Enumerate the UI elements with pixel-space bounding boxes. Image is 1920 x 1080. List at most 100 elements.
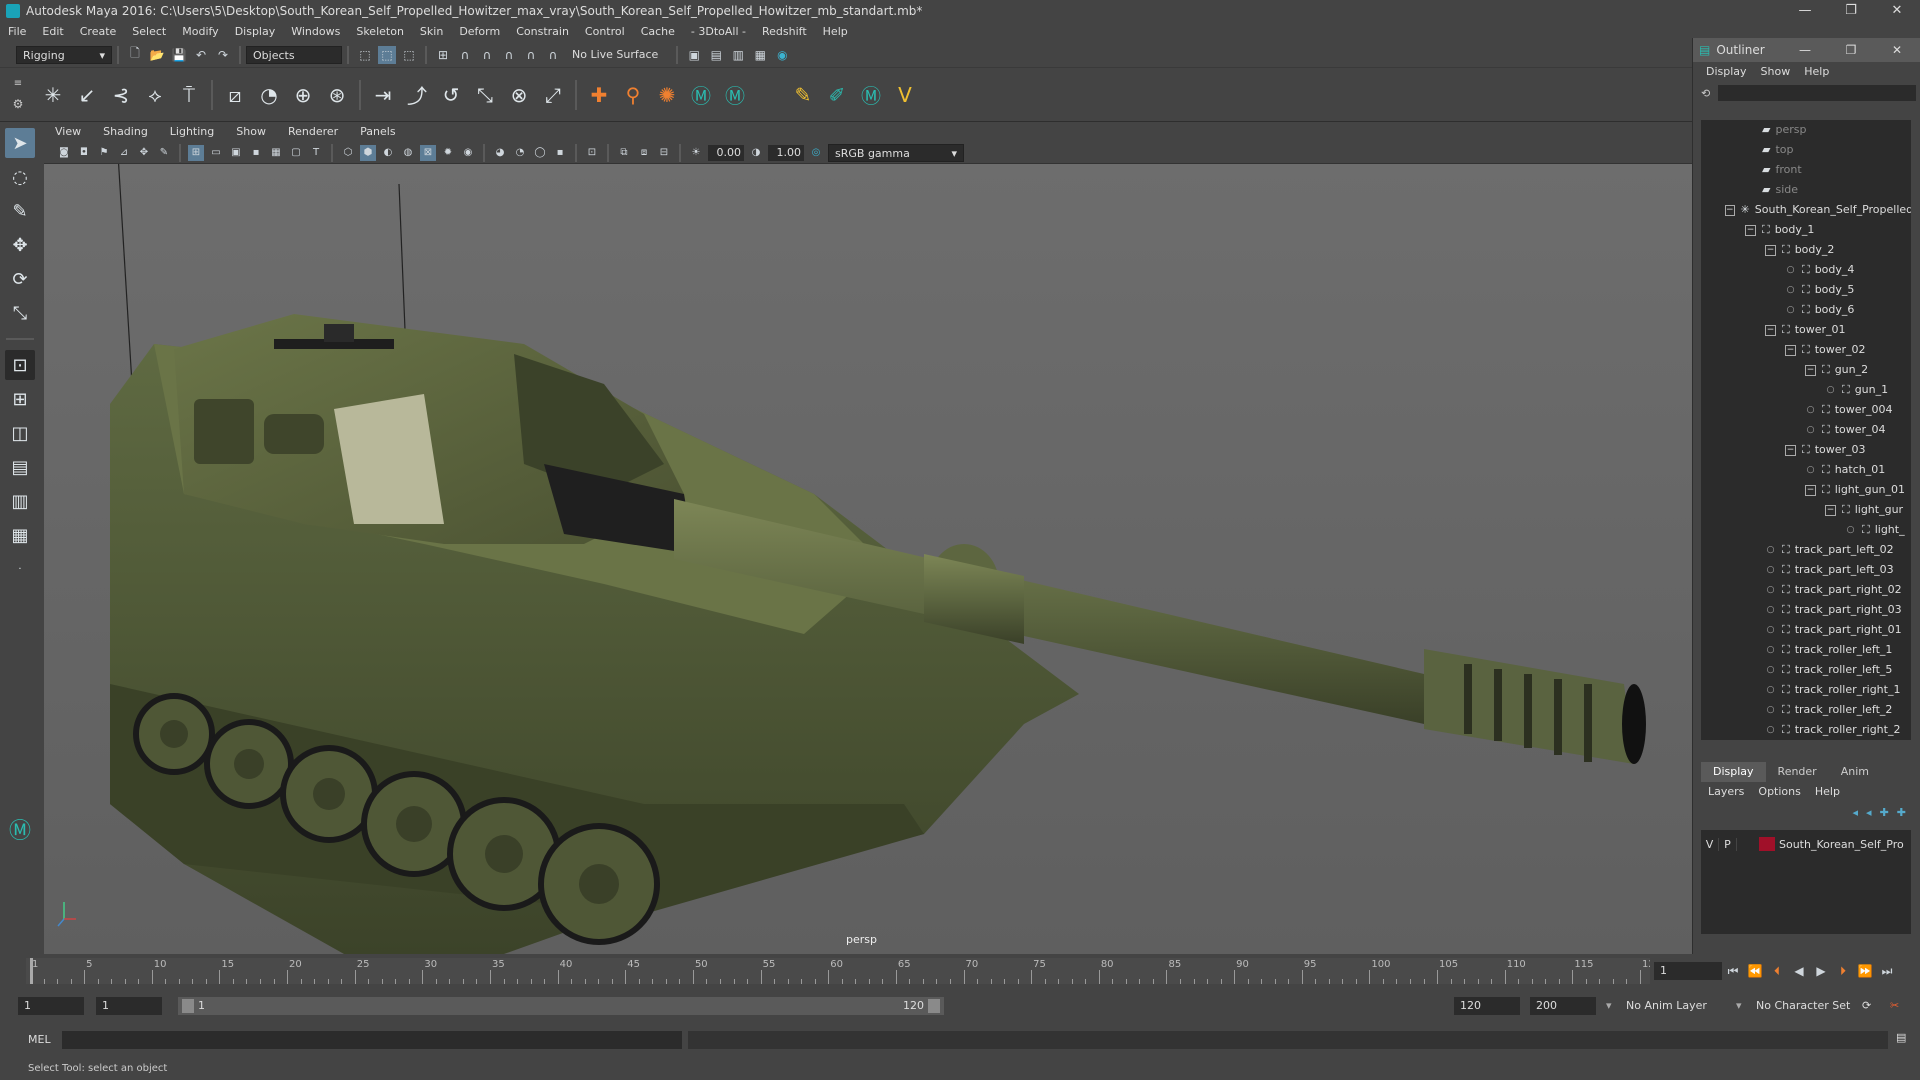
outliner-node[interactable]: − ⛶ body_1 — [1701, 220, 1911, 240]
render-frame-icon[interactable]: ▤ — [707, 46, 725, 64]
outliner-tree[interactable]: ▰ persp ▰ top ▰ front ▰ side − ✳ South_Korean_Self… — [1701, 120, 1911, 740]
outliner-node[interactable]: ○ ⛶ track_roller_right_2 — [1701, 720, 1911, 740]
vp-menu-view[interactable]: View — [44, 122, 92, 142]
select-tool-icon[interactable]: ➤ — [5, 128, 35, 158]
vp-menu-renderer[interactable]: Renderer — [277, 122, 349, 142]
menu-cache[interactable]: Cache — [633, 22, 683, 42]
menuset-dropdown[interactable]: Rigging ▾ — [16, 45, 112, 64]
scale-constraint-icon[interactable]: ⤡ — [470, 80, 500, 110]
open-scene-icon[interactable]: 📂 — [148, 46, 166, 64]
move-layer-up-icon[interactable]: ◂ — [1853, 806, 1859, 819]
snap-curve-icon[interactable]: ∩ — [456, 46, 474, 64]
refresh-icon[interactable]: ⟲ — [1701, 87, 1710, 100]
default-material-icon[interactable]: ◐ — [380, 145, 396, 161]
outliner-search-input[interactable] — [1718, 85, 1916, 101]
smooth-shade-icon[interactable]: ⬢ — [360, 144, 376, 161]
end-time-field[interactable]: 200 — [1530, 997, 1596, 1015]
layout-hypershade-icon[interactable]: ▦ — [5, 520, 35, 550]
outliner-node[interactable]: − ⛶ tower_02 — [1701, 340, 1911, 360]
outliner-node[interactable]: ○ ⛶ track_part_right_03 — [1701, 600, 1911, 620]
ipr-render-icon[interactable]: ▥ — [729, 46, 747, 64]
menu-constrain[interactable]: Constrain — [508, 22, 577, 42]
gear-icon[interactable]: ⚙ — [13, 97, 24, 111]
outliner-close-button[interactable]: ✕ — [1874, 43, 1920, 57]
lasso-tool-icon[interactable]: ◌ — [5, 162, 35, 192]
layout-two-icon[interactable]: ◫ — [5, 418, 35, 448]
xray-components-icon[interactable]: ⊟ — [656, 145, 672, 161]
layout-outliner-icon[interactable]: ▤ — [5, 452, 35, 482]
create-joint-icon[interactable]: ✳ — [38, 80, 68, 110]
close-button[interactable]: ✕ — [1874, 0, 1920, 22]
script-editor-icon[interactable]: ▤ — [1896, 1031, 1906, 1044]
collapse-icon[interactable]: − — [1765, 244, 1776, 256]
outliner-menu-show[interactable]: Show — [1754, 63, 1798, 81]
collapse-icon[interactable]: − — [1805, 484, 1816, 496]
lattice-icon[interactable]: ⊕ — [288, 80, 318, 110]
select-by-object-icon[interactable]: ⬚ — [378, 45, 396, 64]
outliner-node[interactable]: ○ ⛶ gun_1 — [1701, 380, 1911, 400]
image-plane-icon[interactable]: ⊿ — [116, 145, 132, 161]
vp-menu-lighting[interactable]: Lighting — [159, 122, 225, 142]
start-time-field[interactable]: 1 — [18, 997, 84, 1015]
outliner-node[interactable]: ▰ side — [1701, 180, 1911, 200]
orient-constraint-icon[interactable]: ↺ — [436, 80, 466, 110]
outliner-node[interactable]: ○ ⛶ track_part_left_03 — [1701, 560, 1911, 580]
step-back-icon[interactable]: ⏪ — [1746, 962, 1764, 980]
menu-redshift[interactable]: Redshift — [754, 22, 815, 42]
2d-pan-icon[interactable]: ✥ — [136, 145, 152, 161]
resolution-gate-icon[interactable]: ▣ — [228, 145, 244, 161]
outliner-node[interactable]: − ✳ South_Korean_Self_Propelled — [1701, 200, 1911, 220]
snap-magnet-icon[interactable]: ∩ — [544, 46, 562, 64]
menu-edit[interactable]: Edit — [34, 22, 71, 42]
viewport-3d[interactable]: persp — [44, 164, 1692, 954]
outliner-node[interactable]: ○ ⛶ track_part_right_01 — [1701, 620, 1911, 640]
layer-color-swatch[interactable] — [1759, 837, 1775, 851]
outliner-node[interactable]: ○ ⛶ body_5 — [1701, 280, 1911, 300]
layer-row[interactable]: V P South_Korean_Self_Pro — [1701, 834, 1911, 854]
collapse-icon[interactable]: − — [1765, 324, 1776, 336]
maya-m-icon[interactable]: Ⓜ — [686, 80, 716, 110]
selection-mode-dropdown[interactable]: Objects — [246, 45, 342, 64]
outliner-node[interactable]: ○ ⛶ track_roller_left_5 — [1701, 660, 1911, 680]
outliner-node[interactable]: ○ ⛶ hatch_01 — [1701, 460, 1911, 480]
paint-select-icon[interactable]: ✎ — [5, 196, 35, 226]
menu-3dtoall[interactable]: - 3DtoAll - — [683, 22, 754, 42]
anti-alias-icon[interactable]: ◯ — [532, 145, 548, 161]
auto-key-icon[interactable]: ⟳ — [1862, 997, 1871, 1015]
outliner-node[interactable]: ▰ persp — [1701, 120, 1911, 140]
outliner-node[interactable]: ○ ⛶ tower_04 — [1701, 420, 1911, 440]
orient-joint-icon[interactable]: ⍑ — [174, 80, 204, 110]
collapse-icon[interactable]: − — [1725, 204, 1735, 216]
rotate-tool-icon[interactable]: ⟳ — [5, 264, 35, 294]
outliner-node[interactable]: − ⛶ tower_03 — [1701, 440, 1911, 460]
range-handle-end[interactable] — [928, 999, 940, 1013]
chevron-down-icon[interactable]: ▾ — [1606, 997, 1612, 1015]
quick-rig-icon[interactable]: ✺ — [652, 80, 682, 110]
parent-constraint-icon[interactable]: ⊗ — [504, 80, 534, 110]
outliner-node[interactable]: ▰ front — [1701, 160, 1911, 180]
go-to-end-icon[interactable]: ⏭ — [1878, 962, 1896, 980]
outliner-node[interactable]: ○ ⛶ track_part_left_02 — [1701, 540, 1911, 560]
outliner-node[interactable]: − ⛶ light_gun_01 — [1701, 480, 1911, 500]
time-slider[interactable]: 1 5 10 15 20 25 30 35 40 45 50 55 60 65 70 75 80 85 90 95 10… — [0, 954, 1692, 988]
xray-icon[interactable]: ⧉ — [616, 145, 632, 161]
range-end-field[interactable]: 120 — [1454, 997, 1520, 1015]
mirror-joint-icon[interactable]: ⟡ — [140, 80, 170, 110]
live-surface-label[interactable]: No Live Surface — [572, 48, 658, 61]
color-space-dropdown[interactable]: sRGB gamma ▾ — [828, 143, 964, 162]
xray-joints-icon[interactable]: ⧈ — [636, 145, 652, 161]
collapse-icon[interactable]: − — [1785, 444, 1796, 456]
blank-shelf-slot[interactable] — [754, 80, 784, 110]
sculpt-icon[interactable]: ✎ — [788, 80, 818, 110]
time-slider-track[interactable]: 1 5 10 15 20 25 30 35 40 45 50 55 60 65 70 75 80 85 90 95 10… — [26, 958, 1661, 984]
move-layer-down-icon[interactable]: ◂ — [1866, 806, 1872, 819]
redo-icon[interactable]: ↷ — [214, 46, 232, 64]
select-by-hierarchy-icon[interactable]: ⬚ — [356, 46, 374, 64]
outliner-minimize-button[interactable]: — — [1782, 43, 1828, 57]
hypershade-icon[interactable]: ◉ — [773, 46, 791, 64]
new-layer-icon[interactable]: ✚ — [1880, 806, 1889, 819]
locator-icon[interactable]: ✚ — [584, 80, 614, 110]
outliner-node[interactable]: ○ ⛶ track_roller_left_2 — [1701, 700, 1911, 720]
ik-spline-icon[interactable]: ⊰ — [106, 80, 136, 110]
layout-more-icon[interactable]: · — [5, 554, 35, 584]
